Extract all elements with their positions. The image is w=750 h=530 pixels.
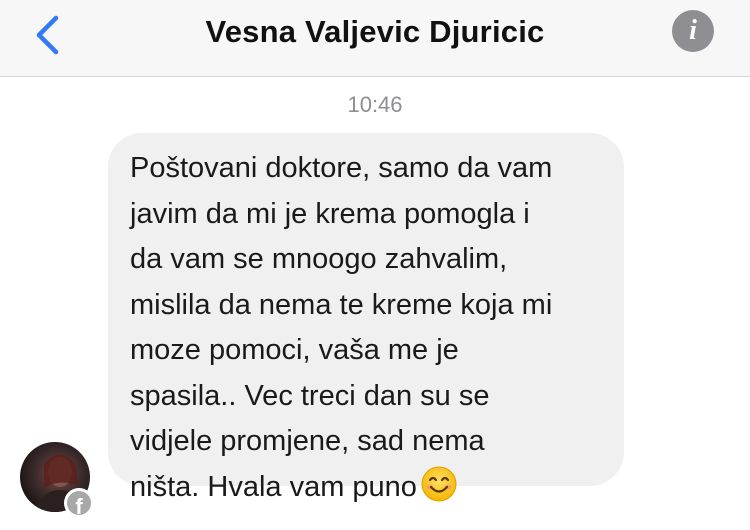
message-line: vidjele promjene, sad nema — [130, 425, 485, 457]
message-line: Poštovani doktore, samo da vam — [130, 152, 553, 184]
message-line: mislila da nema te kreme koja mi — [130, 288, 553, 321]
message-line: da vam se mnoogo zahvalim, — [130, 243, 508, 275]
info-button[interactable]: i — [672, 10, 714, 52]
facebook-icon: f — [64, 488, 94, 519]
message-text: Poštovani doktore, samo da vam javim da … — [130, 146, 620, 510]
message-line: spasila.. Vec treci dan su se — [130, 379, 490, 412]
message-timestamp: 10:46 — [347, 92, 403, 117]
smiling-face-emoji — [421, 466, 457, 501]
message-line: moze pomoci, vaša me je — [130, 334, 459, 366]
info-icon: i — [689, 15, 697, 46]
message-line: javim da mi je krema pomogla i — [130, 197, 530, 230]
contact-name: Vesna Valjevic Djuricic — [205, 14, 545, 49]
conversation-header: Vesna Valjevic Djuricic i — [0, 0, 750, 77]
message-line-last: ništa. Hvala vam puno — [130, 465, 620, 511]
message-line: ništa. Hvala vam puno — [130, 470, 417, 503]
